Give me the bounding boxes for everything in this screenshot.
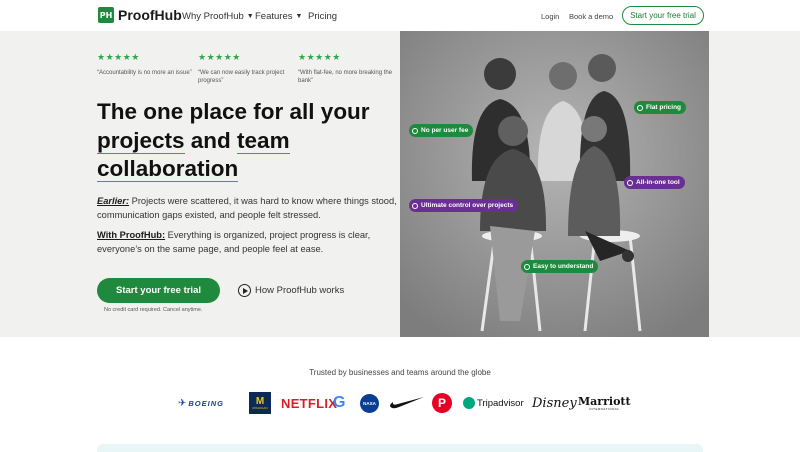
nav-why-proofhub-label: Why ProofHub <box>182 11 244 22</box>
circle-icon <box>412 127 418 134</box>
google-logo: G <box>333 394 346 411</box>
stars-icon: ★★★★★ <box>298 52 341 62</box>
tag-label: All-in-one tool <box>636 179 680 186</box>
tripadvisor-logo: Tripadvisor <box>463 392 524 414</box>
headline-projects: projects <box>97 127 185 154</box>
disney-logo: Disney <box>532 395 577 411</box>
review-text: “Accountability is no more an issue” <box>97 70 192 76</box>
hero-start-trial-button[interactable]: Start your free trial <box>97 278 220 303</box>
earlier-text: Projects were scattered, it was hard to … <box>97 196 397 220</box>
how-it-works-link[interactable]: How ProofHub works <box>238 284 344 297</box>
netflix-logo: NETFLIX <box>281 395 338 411</box>
headline-line-3: collaboration <box>97 155 397 184</box>
marriott-logo: Marriott INTERNATIONAL <box>578 394 631 411</box>
review-text: “We can now easily track project progres… <box>198 70 285 85</box>
stars-icon: ★★★★★ <box>97 52 140 62</box>
tag-easy-to-understand: Easy to understand <box>521 260 599 273</box>
circle-icon <box>412 202 418 209</box>
earlier-paragraph: Earlier: Projects were scattered, it was… <box>97 195 397 223</box>
tag-label: Ultimate control over projects <box>421 202 514 209</box>
trusted-by-title: Trusted by businesses and teams around t… <box>309 368 491 377</box>
circle-icon <box>524 263 530 270</box>
pinterest-logo: P <box>432 392 452 414</box>
earlier-lead: Earlier: <box>97 196 130 206</box>
nav-start-trial-button[interactable]: Start your free trial <box>622 6 704 25</box>
chevron-down-icon: ▼ <box>295 13 303 20</box>
how-it-works-label: How ProofHub works <box>255 285 345 296</box>
circle-icon <box>627 179 633 186</box>
play-icon <box>238 284 251 297</box>
boeing-logo: ✈ BOEING <box>178 397 224 409</box>
headline-line-2: projects and team <box>97 127 397 156</box>
review-2: ★★★★★ “We can now easily track project p… <box>198 52 294 85</box>
boeing-swoosh-icon: ✈ <box>178 397 187 409</box>
brand-logos: ✈ BOEING M MICHIGAN NETFLIX G NASA P Tri… <box>0 392 800 414</box>
tag-all-in-one-tool: All-in-one tool <box>624 176 685 189</box>
owl-icon <box>463 397 475 409</box>
logo-mark-icon: PH <box>98 7 114 23</box>
michigan-logo: M MICHIGAN <box>249 392 271 414</box>
team-photo: Flat pricing No per user fee All-in-one … <box>400 31 709 337</box>
hero-headline: The one place for all your projects and … <box>97 98 397 184</box>
headline-and: and <box>184 127 238 153</box>
nav-pricing[interactable]: Pricing <box>308 11 337 22</box>
review-text: “With flat-fee, no more breaking the ban… <box>298 70 393 85</box>
review-1: ★★★★★ “Accountability is no more an issu… <box>97 52 193 77</box>
nav-pricing-label: Pricing <box>308 11 338 22</box>
next-section-band <box>97 444 703 452</box>
nike-swoosh-icon <box>389 392 425 414</box>
tag-label: No per user fee <box>421 127 469 134</box>
headline-collaboration: collaboration <box>97 156 239 183</box>
tag-ultimate-control: Ultimate control over projects <box>409 199 519 212</box>
circle-icon <box>637 104 643 111</box>
tag-no-per-user-fee: No per user fee <box>409 124 474 137</box>
with-lead: With ProofHub: <box>97 230 166 240</box>
top-nav: PH ProofHub Why ProofHub ▼ Features ▼ Pr… <box>0 0 800 31</box>
tag-label: Flat pricing <box>646 104 682 111</box>
review-3: ★★★★★ “With flat-fee, no more breaking t… <box>298 52 394 85</box>
logo-text: ProofHub <box>118 7 182 23</box>
headline-line-1: The one place for all your <box>97 99 370 124</box>
proofhub-logo[interactable]: PH ProofHub <box>98 7 182 23</box>
with-proofhub-paragraph: With ProofHub: Everything is organized, … <box>97 229 397 257</box>
stars-icon: ★★★★★ <box>198 52 241 62</box>
nav-features[interactable]: Features ▼ <box>255 11 302 22</box>
login-link[interactable]: Login <box>541 12 559 21</box>
headline-team: team <box>237 127 290 154</box>
tag-flat-pricing: Flat pricing <box>634 101 687 114</box>
nasa-logo: NASA <box>360 392 379 414</box>
nav-why-proofhub[interactable]: Why ProofHub ▼ <box>182 11 254 22</box>
cta-note: No credit card required. Cancel anytime. <box>104 307 203 313</box>
book-demo-link[interactable]: Book a demo <box>569 12 613 21</box>
chevron-down-icon: ▼ <box>246 13 254 20</box>
nav-features-label: Features <box>255 11 293 22</box>
tag-label: Easy to understand <box>533 263 594 270</box>
